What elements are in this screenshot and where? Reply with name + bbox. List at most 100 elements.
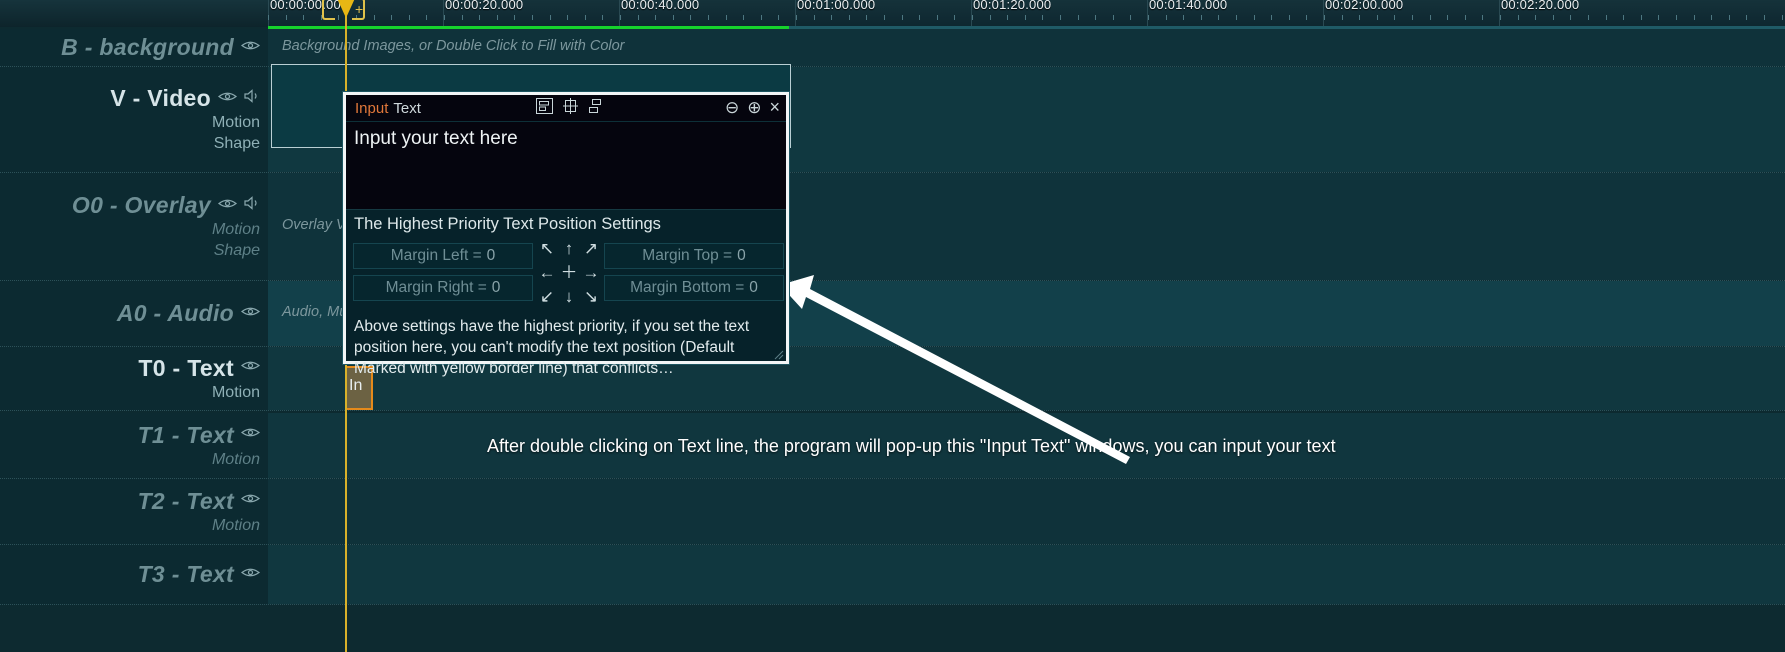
text-input-area[interactable]: Input your text here — [346, 122, 786, 210]
ruler-minor-tick — [479, 15, 480, 20]
ruler-minor-tick — [1553, 15, 1554, 20]
ruler-minor-tick — [726, 15, 727, 20]
close-icon[interactable]: × — [769, 97, 780, 118]
track-header[interactable]: B - background — [0, 29, 268, 66]
track-lane[interactable] — [268, 479, 1785, 544]
track-header[interactable]: T2 - Text Motion — [0, 479, 268, 544]
margin-right-label: Margin Right = — [385, 279, 487, 296]
ruler-minor-tick — [426, 15, 427, 20]
ruler-major-line — [619, 0, 620, 27]
text-clip-label: In — [349, 377, 363, 394]
track-header[interactable]: T0 - Text Motion — [0, 347, 268, 410]
move-left-icon[interactable]: ← — [539, 264, 556, 281]
ruler-minor-tick — [1289, 15, 1290, 20]
eye-icon[interactable] — [241, 39, 260, 57]
track-header[interactable]: V - Video Motion Shape — [0, 67, 268, 172]
ruler-minor-tick — [1201, 15, 1202, 20]
track-sub-label[interactable]: Shape — [214, 240, 260, 261]
ruler-minor-tick — [743, 15, 744, 20]
track-sub-label[interactable]: Motion — [212, 515, 260, 536]
move-right-icon[interactable]: → — [583, 264, 600, 281]
center-icon[interactable]: ＋ — [561, 264, 578, 281]
track-sub-label[interactable]: Shape — [214, 133, 260, 154]
track-sub-label[interactable]: Motion — [212, 382, 260, 403]
move-down-right-icon[interactable]: ↘ — [584, 288, 598, 305]
resize-grip-icon[interactable] — [774, 350, 784, 360]
track-header[interactable]: O0 - Overlay Motion Shape — [0, 173, 268, 280]
track-row[interactable]: T2 - Text Motion — [0, 479, 1785, 545]
dialog-title-input: Input — [355, 99, 389, 117]
lane-placeholder-text: Background Images, or Double Click to Fi… — [282, 38, 625, 54]
move-down-icon[interactable]: ↓ — [565, 288, 574, 305]
move-down-left-icon[interactable]: ↙ — [540, 288, 554, 305]
center-crosshair-icon[interactable] — [562, 98, 579, 119]
ruler-minor-tick — [1218, 15, 1219, 20]
ruler-minor-tick — [1271, 15, 1272, 20]
margin-top-value: 0 — [737, 247, 746, 264]
position-arrow-pad[interactable]: ↖ ↑ ↗ ← ＋ → ↙ ↓ ↘ — [536, 236, 602, 310]
ruler-major-line — [1323, 0, 1324, 27]
margin-bottom-label: Margin Bottom = — [630, 279, 745, 296]
margin-left-button[interactable]: Margin Left = 0 — [353, 243, 533, 269]
add-marker-button[interactable]: + — [355, 1, 363, 17]
eye-icon[interactable] — [241, 566, 260, 584]
track-header[interactable]: T1 - Text Motion — [0, 413, 268, 478]
track-sub-label[interactable]: Motion — [212, 449, 260, 470]
ruler-minor-tick — [1025, 15, 1026, 20]
eye-icon[interactable] — [241, 359, 260, 377]
move-up-icon[interactable]: ↑ — [565, 240, 574, 257]
speaker-icon[interactable] — [244, 196, 260, 215]
layout-icon[interactable] — [588, 98, 605, 119]
ruler-tick-label: 00:01:00.000 — [797, 0, 876, 12]
ruler-minor-tick — [1588, 15, 1589, 20]
margin-left-value: 0 — [486, 247, 496, 264]
ruler-minor-tick — [1342, 15, 1343, 20]
track-row[interactable]: T3 - Text — [0, 545, 1785, 605]
eye-icon[interactable] — [241, 492, 260, 510]
ruler-minor-tick — [550, 15, 551, 20]
ruler-minor-tick — [1412, 15, 1413, 20]
margin-bottom-button[interactable]: Margin Bottom = 0 — [604, 275, 784, 301]
track-lane[interactable]: Background Images, or Double Click to Fi… — [268, 29, 1785, 66]
input-text-dialog[interactable]: Input Text ⊖ ⊕ × Input your text here Th… — [342, 91, 790, 377]
align-panel-icon[interactable] — [536, 98, 553, 119]
track-name-row: T0 - Text — [138, 355, 260, 382]
eye-icon[interactable] — [241, 426, 260, 444]
track-sub-label[interactable]: Motion — [212, 112, 260, 133]
track-header[interactable]: T3 - Text — [0, 545, 268, 604]
track-header[interactable]: A0 - Audio — [0, 281, 268, 346]
track-row[interactable]: V - Video Motion Shape — [0, 67, 1785, 173]
eye-icon[interactable] — [218, 197, 237, 215]
timeline-ruler[interactable]: 00:00:00.000 00:00:20.000 00:00:40.000 00:0… — [0, 0, 1785, 27]
move-up-left-icon[interactable]: ↖ — [540, 240, 554, 257]
track-sub-label[interactable]: Motion — [212, 219, 260, 240]
ruler-minor-tick — [303, 15, 304, 20]
ruler-minor-tick — [374, 15, 375, 20]
ruler-minor-tick — [1060, 15, 1061, 20]
zoom-in-icon[interactable]: ⊕ — [747, 98, 761, 118]
ruler-minor-tick — [268, 15, 269, 20]
move-up-right-icon[interactable]: ↗ — [584, 240, 598, 257]
ruler-minor-tick — [532, 15, 533, 20]
section-title: The Highest Priority Text Position Setti… — [354, 215, 661, 233]
ruler-minor-tick — [1746, 15, 1747, 20]
margin-top-button[interactable]: Margin Top = 0 — [604, 243, 784, 269]
ruler-minor-tick — [849, 15, 850, 20]
ruler-minor-tick — [1694, 15, 1695, 20]
ruler-minor-tick — [497, 15, 498, 20]
eye-icon[interactable] — [241, 305, 260, 323]
zoom-out-icon[interactable]: ⊖ — [725, 98, 739, 118]
track-name-label: B - background — [61, 34, 234, 60]
ruler-tick-label: 00:02:20.000 — [1501, 0, 1580, 12]
ruler-major-line — [795, 0, 796, 27]
ruler-minor-tick — [1236, 15, 1237, 20]
track-lane[interactable] — [268, 545, 1785, 604]
speaker-icon[interactable] — [244, 89, 260, 108]
ruler-minor-tick — [1095, 15, 1096, 20]
track-row[interactable]: O0 - OverlayMotionShapeOverlay Videos, I… — [0, 173, 1785, 281]
dialog-title-bar[interactable]: Input Text ⊖ ⊕ × — [346, 95, 786, 122]
track-row[interactable]: B - background Background Images, or Doub… — [0, 29, 1785, 67]
ruler-minor-tick — [1623, 15, 1624, 20]
margin-right-button[interactable]: Margin Right = 0 — [353, 275, 533, 301]
eye-icon[interactable] — [218, 90, 237, 108]
